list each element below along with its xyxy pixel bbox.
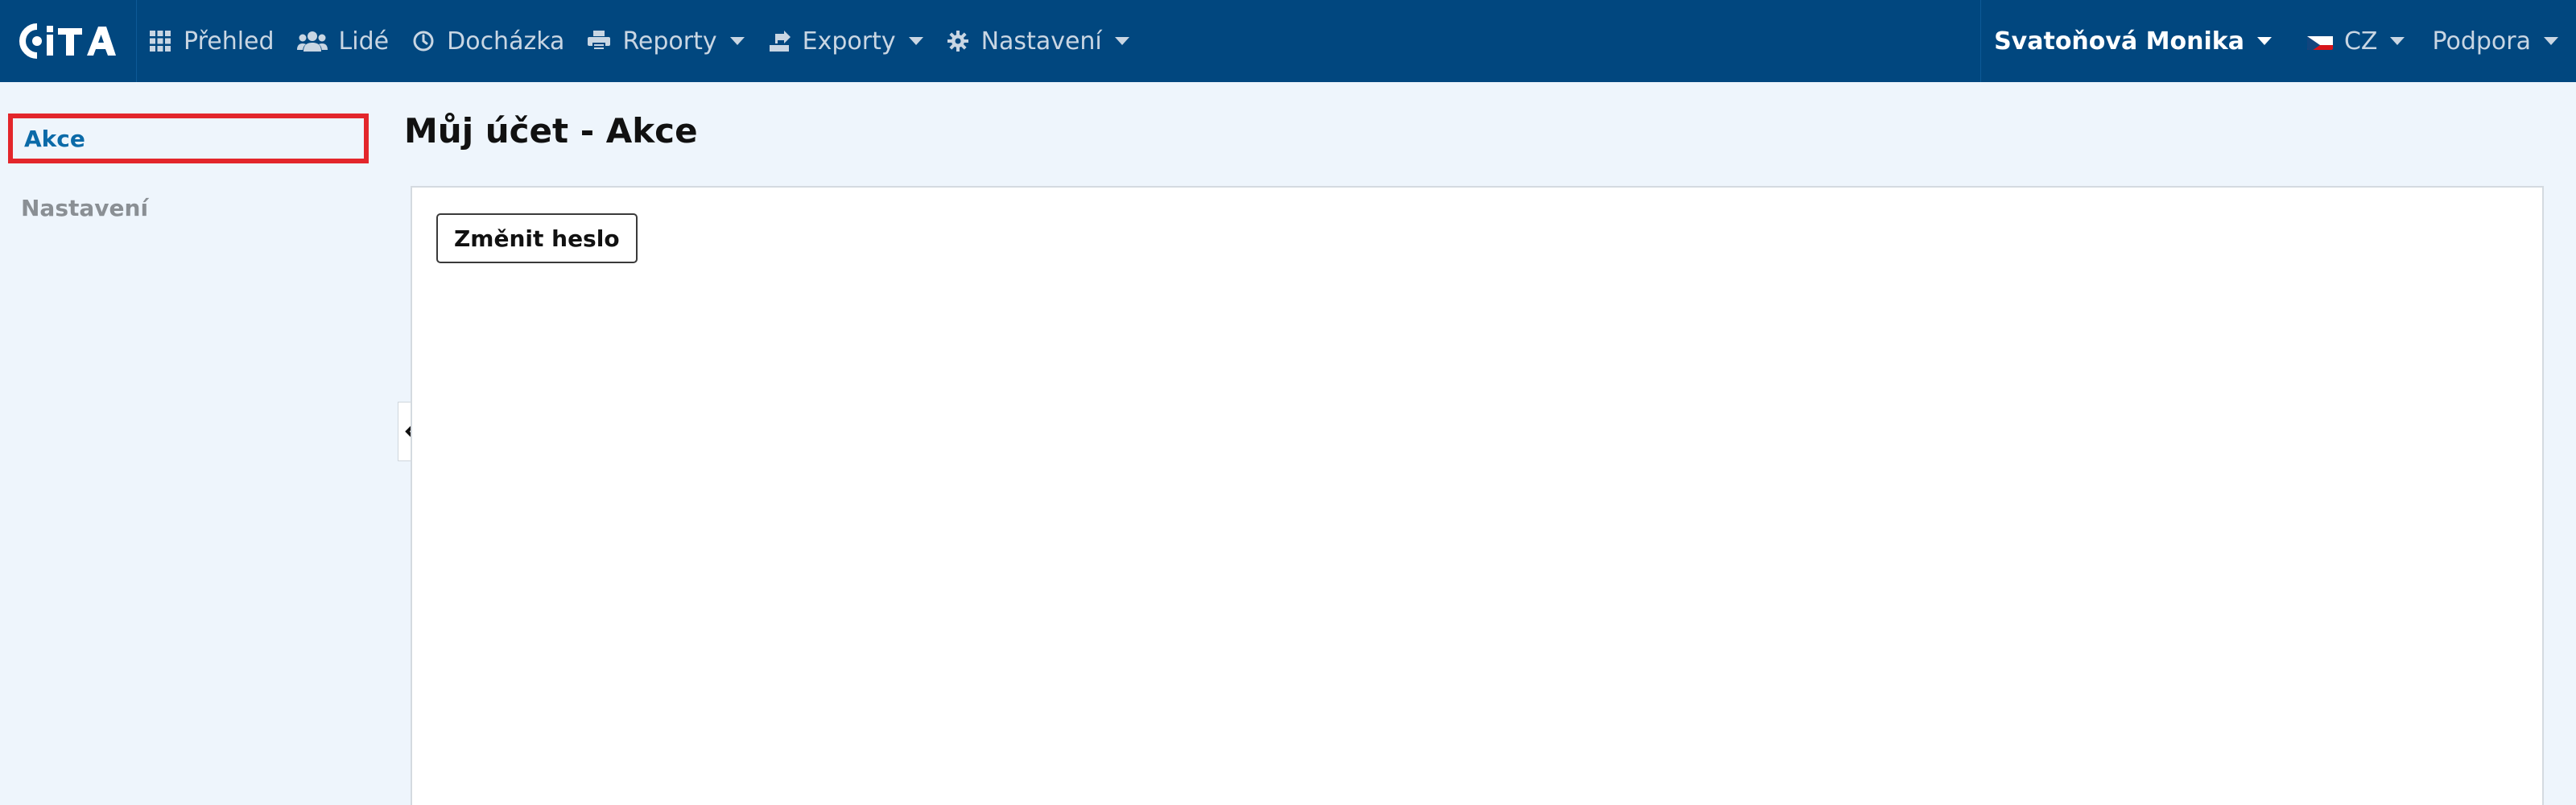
app-logo[interactable] <box>0 0 137 82</box>
language-label: CZ <box>2343 27 2378 56</box>
language-selector[interactable]: CZ <box>2289 0 2423 82</box>
gear-icon <box>946 29 970 53</box>
nav-label: Nastavení <box>980 27 1102 56</box>
user-name: Svatoňová Monika <box>1994 27 2244 56</box>
user-menu[interactable]: Svatoňová Monika <box>1981 0 2289 82</box>
grid-icon <box>148 29 172 53</box>
nav-item-exporty[interactable]: Exporty <box>756 0 935 82</box>
chevron-down-icon <box>908 37 923 45</box>
page-title: Můj účet - Akce <box>404 111 698 151</box>
export-icon <box>767 29 791 53</box>
clock-icon <box>411 29 436 53</box>
nav-item-nastaveni[interactable]: Nastavení <box>935 0 1141 82</box>
cita-logo-icon <box>19 23 116 59</box>
support-menu[interactable]: Podpora <box>2422 0 2576 82</box>
sidebar-item-label: Akce <box>24 125 85 152</box>
nav-label: Reporty <box>622 27 717 56</box>
nav-item-reporty[interactable]: Reporty <box>576 0 755 82</box>
czech-flag-icon <box>2306 32 2333 50</box>
nav-label: Lidé <box>338 27 390 56</box>
support-label: Podpora <box>2432 27 2531 56</box>
sidebar-item-label: Nastavení <box>21 194 149 221</box>
nav-item-prehled[interactable]: Přehled <box>137 0 286 82</box>
change-password-button[interactable]: Změnit heslo <box>436 213 638 263</box>
nav-label: Exporty <box>802 27 896 56</box>
chevron-down-icon <box>2544 37 2558 45</box>
nav-label: Přehled <box>184 27 275 56</box>
sidebar-item-akce[interactable]: Akce <box>8 114 369 163</box>
nav-label: Docházka <box>447 27 565 56</box>
sidebar-item-nastaveni[interactable]: Nastavení <box>8 183 369 233</box>
content-panel: Změnit heslo <box>411 186 2544 805</box>
sidebar: Akce Nastavení <box>0 82 386 805</box>
chevron-down-icon <box>2256 37 2272 45</box>
nav-item-dochazka[interactable]: Docházka <box>400 0 576 82</box>
chevron-down-icon <box>729 37 745 45</box>
chevron-down-icon <box>2390 37 2405 45</box>
top-navbar: Přehled Lidé Docházka Reporty Exporty Na… <box>0 0 2576 82</box>
navbar-right: Svatoňová Monika CZ Podpora <box>1980 0 2576 82</box>
chevron-down-icon <box>1114 37 1129 45</box>
nav-item-lide[interactable]: Lidé <box>286 0 401 82</box>
printer-icon <box>587 29 611 53</box>
users-icon <box>296 29 328 53</box>
